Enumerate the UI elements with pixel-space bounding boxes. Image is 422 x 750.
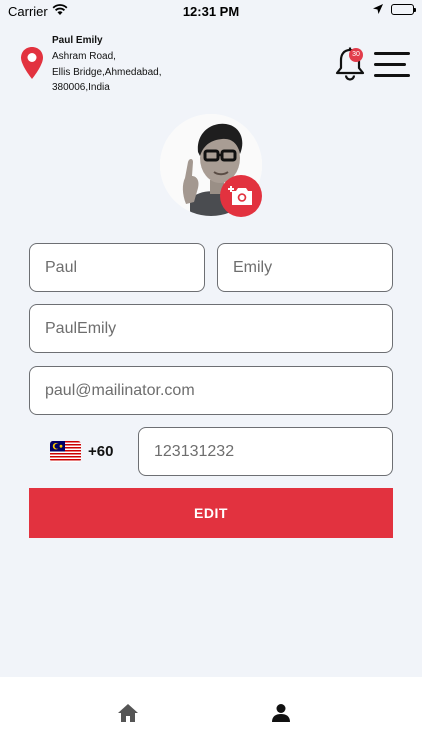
phone-value: 123131232 [154,442,235,460]
header: Paul Emily Ashram Road, Ellis Bridge,Ahm… [0,28,422,98]
hamburger-menu-icon[interactable] [374,52,410,78]
camera-add-icon[interactable] [220,175,262,217]
tab-bar [0,677,422,750]
address-line: Ashram Road, [52,51,116,62]
first-name-input[interactable]: Paul [29,243,205,292]
country-code: +60 [88,442,114,460]
country-code-selector[interactable]: +60 [50,440,113,462]
home-icon[interactable] [117,703,139,728]
location-pin-icon[interactable] [20,46,44,85]
address-line: 380006,India [52,82,110,93]
address-line: Ellis Bridge,Ahmedabad, [52,66,162,78]
status-bar: Carrier 12:31 PM [0,0,422,24]
user-name: Paul Emily [52,35,103,46]
last-name-input[interactable]: Emily [217,243,393,292]
notification-badge: 30 [349,48,363,62]
battery-icon [391,4,416,15]
clock: 12:31 PM [182,4,240,19]
first-name-value: Paul [45,258,78,276]
edit-button[interactable]: EDIT [29,488,393,538]
user-address: Ashram Road, Ellis Bridge,Ahmedabad, 380… [52,49,202,96]
username-value: PaulEmily [45,319,117,337]
location-arrow-icon [372,3,384,18]
email-input[interactable]: paul@mailinator.com [29,366,393,415]
malaysia-flag-icon [50,440,81,462]
profile-icon[interactable] [271,703,291,728]
last-name-value: Emily [233,258,273,276]
username-input[interactable]: PaulEmily [29,304,393,353]
phone-input[interactable]: 123131232 [138,427,393,476]
email-value: paul@mailinator.com [45,381,195,399]
